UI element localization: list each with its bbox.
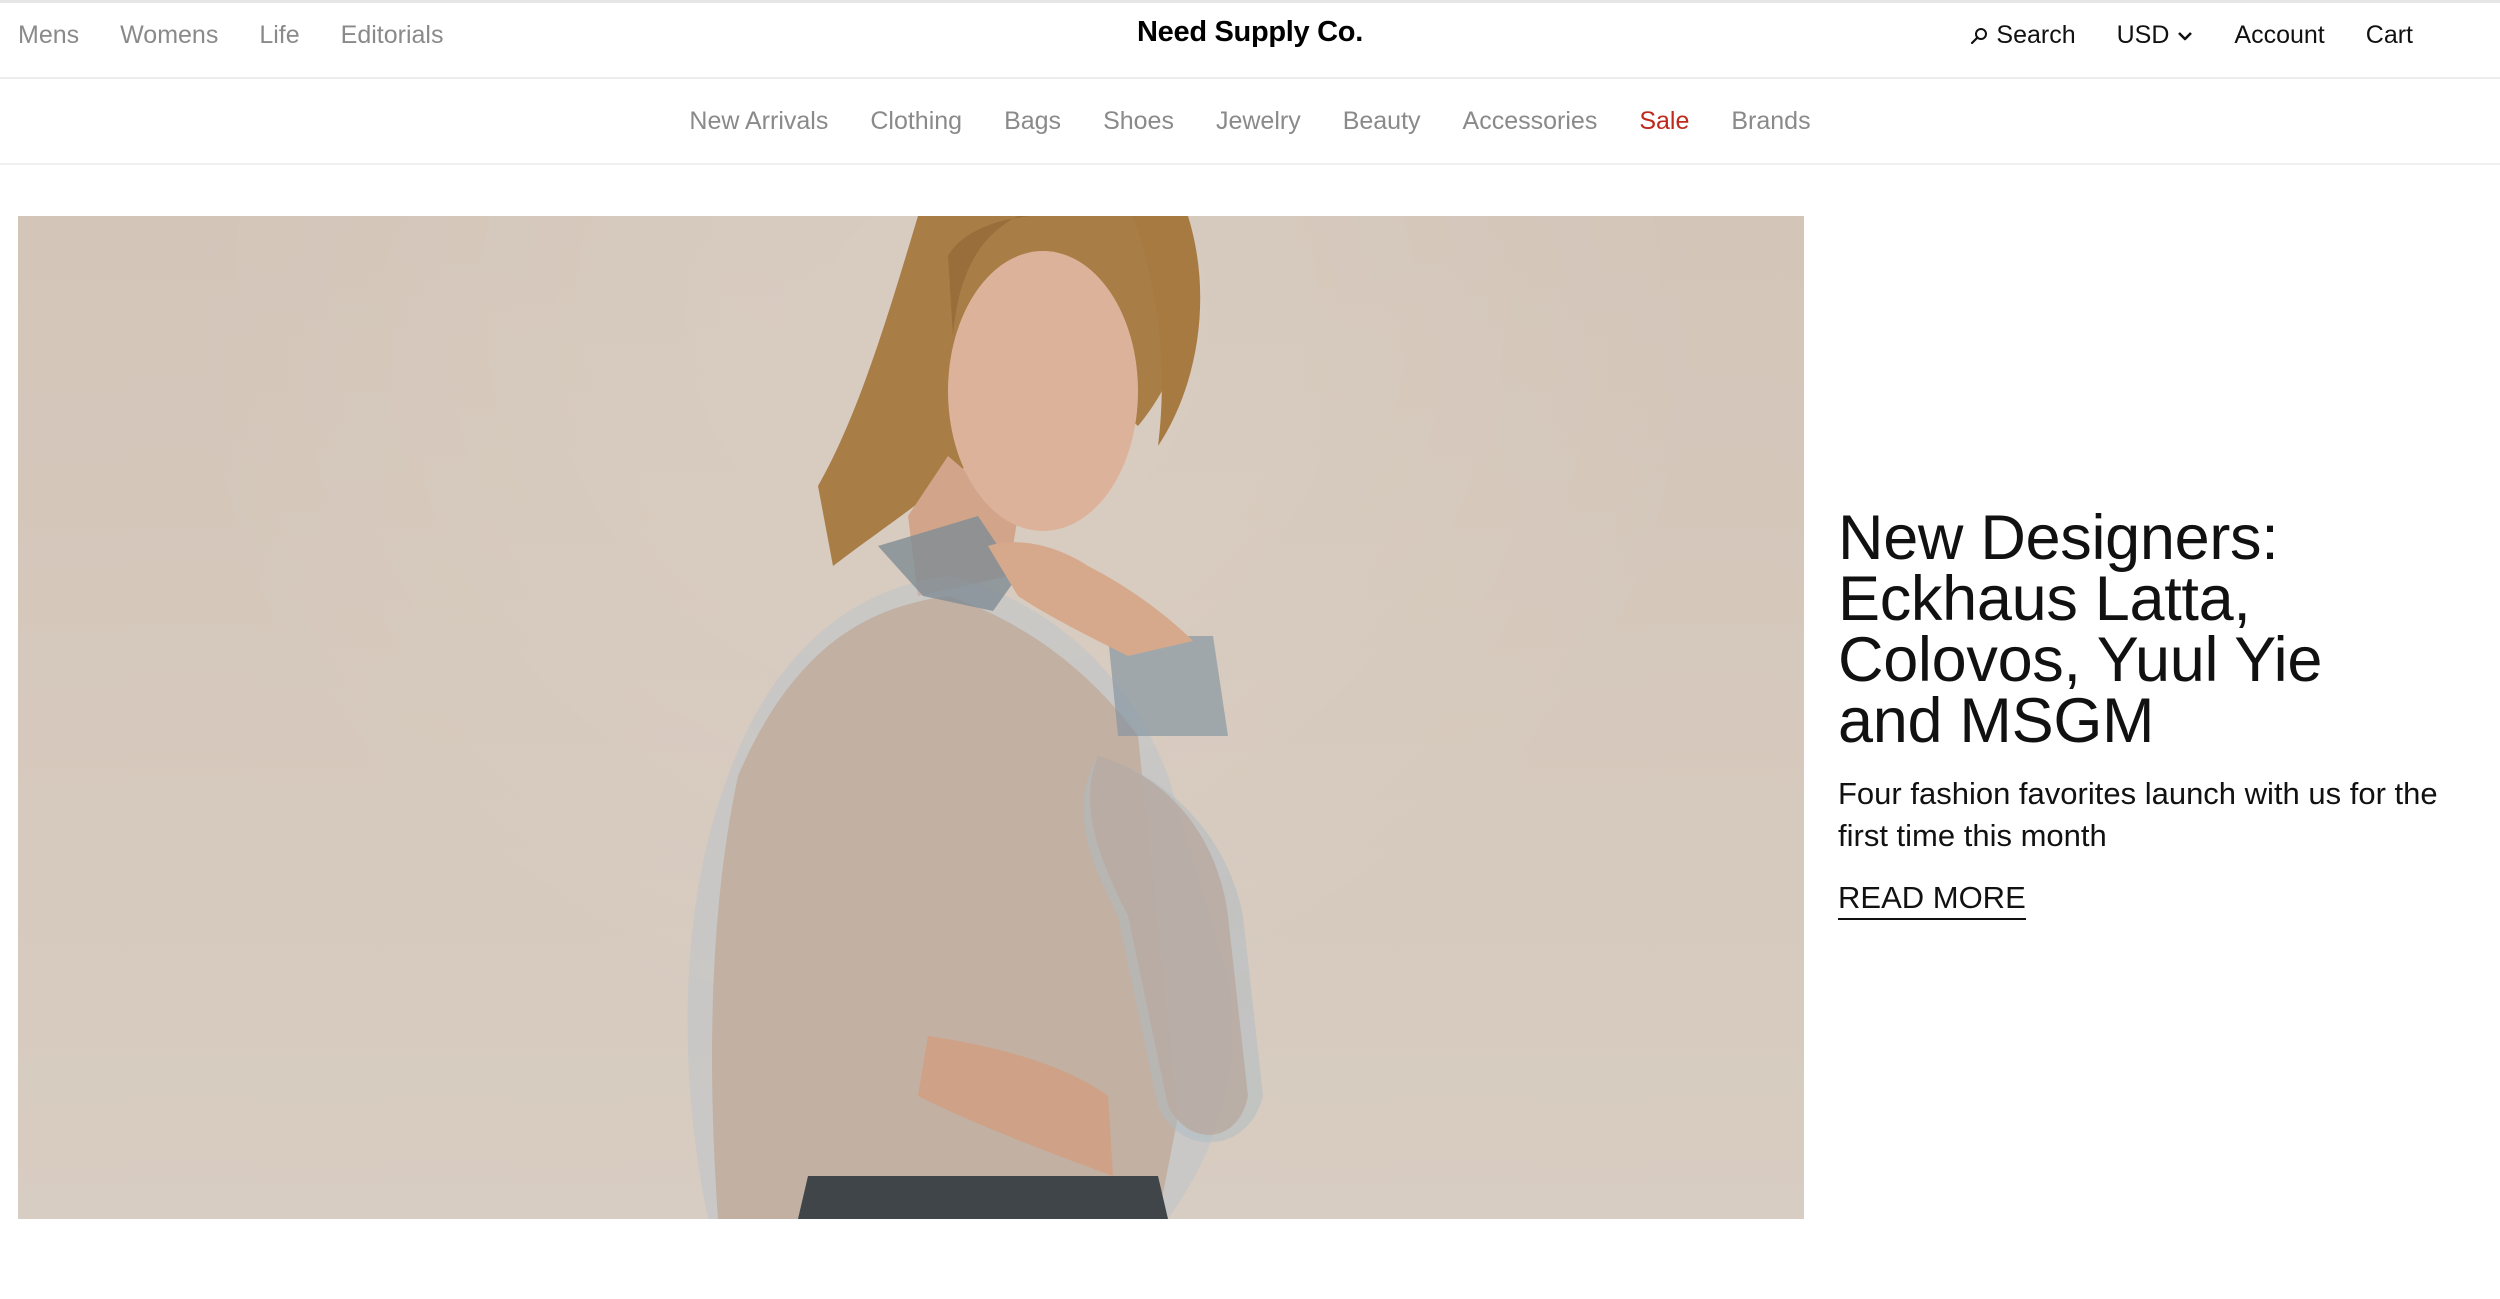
search-label: Search bbox=[1996, 21, 2076, 49]
hero-title: New Designers: Eckhaus Latta, Colovos, Y… bbox=[1838, 503, 2323, 756]
currency-selector[interactable]: USD bbox=[2117, 21, 2194, 50]
search-icon bbox=[1971, 27, 1988, 44]
category-bags[interactable]: Bags bbox=[1004, 107, 1061, 136]
category-sale[interactable]: Sale bbox=[1639, 107, 1689, 136]
nav-womens[interactable]: Womens bbox=[120, 21, 218, 50]
nav-mens[interactable]: Mens bbox=[18, 21, 79, 50]
hero-image[interactable] bbox=[18, 216, 1804, 1219]
category-accessories[interactable]: Accessories bbox=[1463, 107, 1598, 136]
currency-label: USD bbox=[2116, 21, 2170, 49]
department-nav: Mens Womens Life Editorials bbox=[18, 21, 443, 50]
category-beauty[interactable]: Beauty bbox=[1343, 107, 1421, 136]
hero-photo-illustration bbox=[687, 216, 1263, 1219]
category-brands[interactable]: Brands bbox=[1731, 107, 1810, 136]
nav-life[interactable]: Life bbox=[259, 21, 299, 50]
utility-bar: Mens Womens Life Editorials Need Supply … bbox=[0, 3, 2500, 79]
category-list: New Arrivals Clothing Bags Shoes Jewelry… bbox=[0, 107, 2500, 136]
search-button[interactable]: Search bbox=[1970, 21, 2076, 50]
account-nav: Search USD Account Cart bbox=[1970, 21, 2413, 50]
category-nav: New Arrivals Clothing Bags Shoes Jewelry… bbox=[0, 79, 2500, 165]
category-clothing[interactable]: Clothing bbox=[870, 107, 962, 136]
category-new-arrivals[interactable]: New Arrivals bbox=[689, 107, 828, 136]
category-jewelry[interactable]: Jewelry bbox=[1216, 107, 1301, 136]
brand-logo[interactable]: Need Supply Co. bbox=[1137, 16, 1363, 48]
hero-subtitle: Four fashion favorites launch with us fo… bbox=[1838, 776, 2438, 853]
hero-text: New Designers: Eckhaus Latta, Colovos, Y… bbox=[1838, 503, 2438, 920]
cart-link[interactable]: Cart bbox=[2366, 21, 2413, 50]
chevron-down-icon bbox=[2178, 31, 2193, 40]
account-link[interactable]: Account bbox=[2234, 21, 2324, 50]
read-more-link[interactable]: READ MORE bbox=[1838, 880, 2026, 920]
category-shoes[interactable]: Shoes bbox=[1103, 107, 1174, 136]
nav-editorials[interactable]: Editorials bbox=[341, 21, 444, 50]
